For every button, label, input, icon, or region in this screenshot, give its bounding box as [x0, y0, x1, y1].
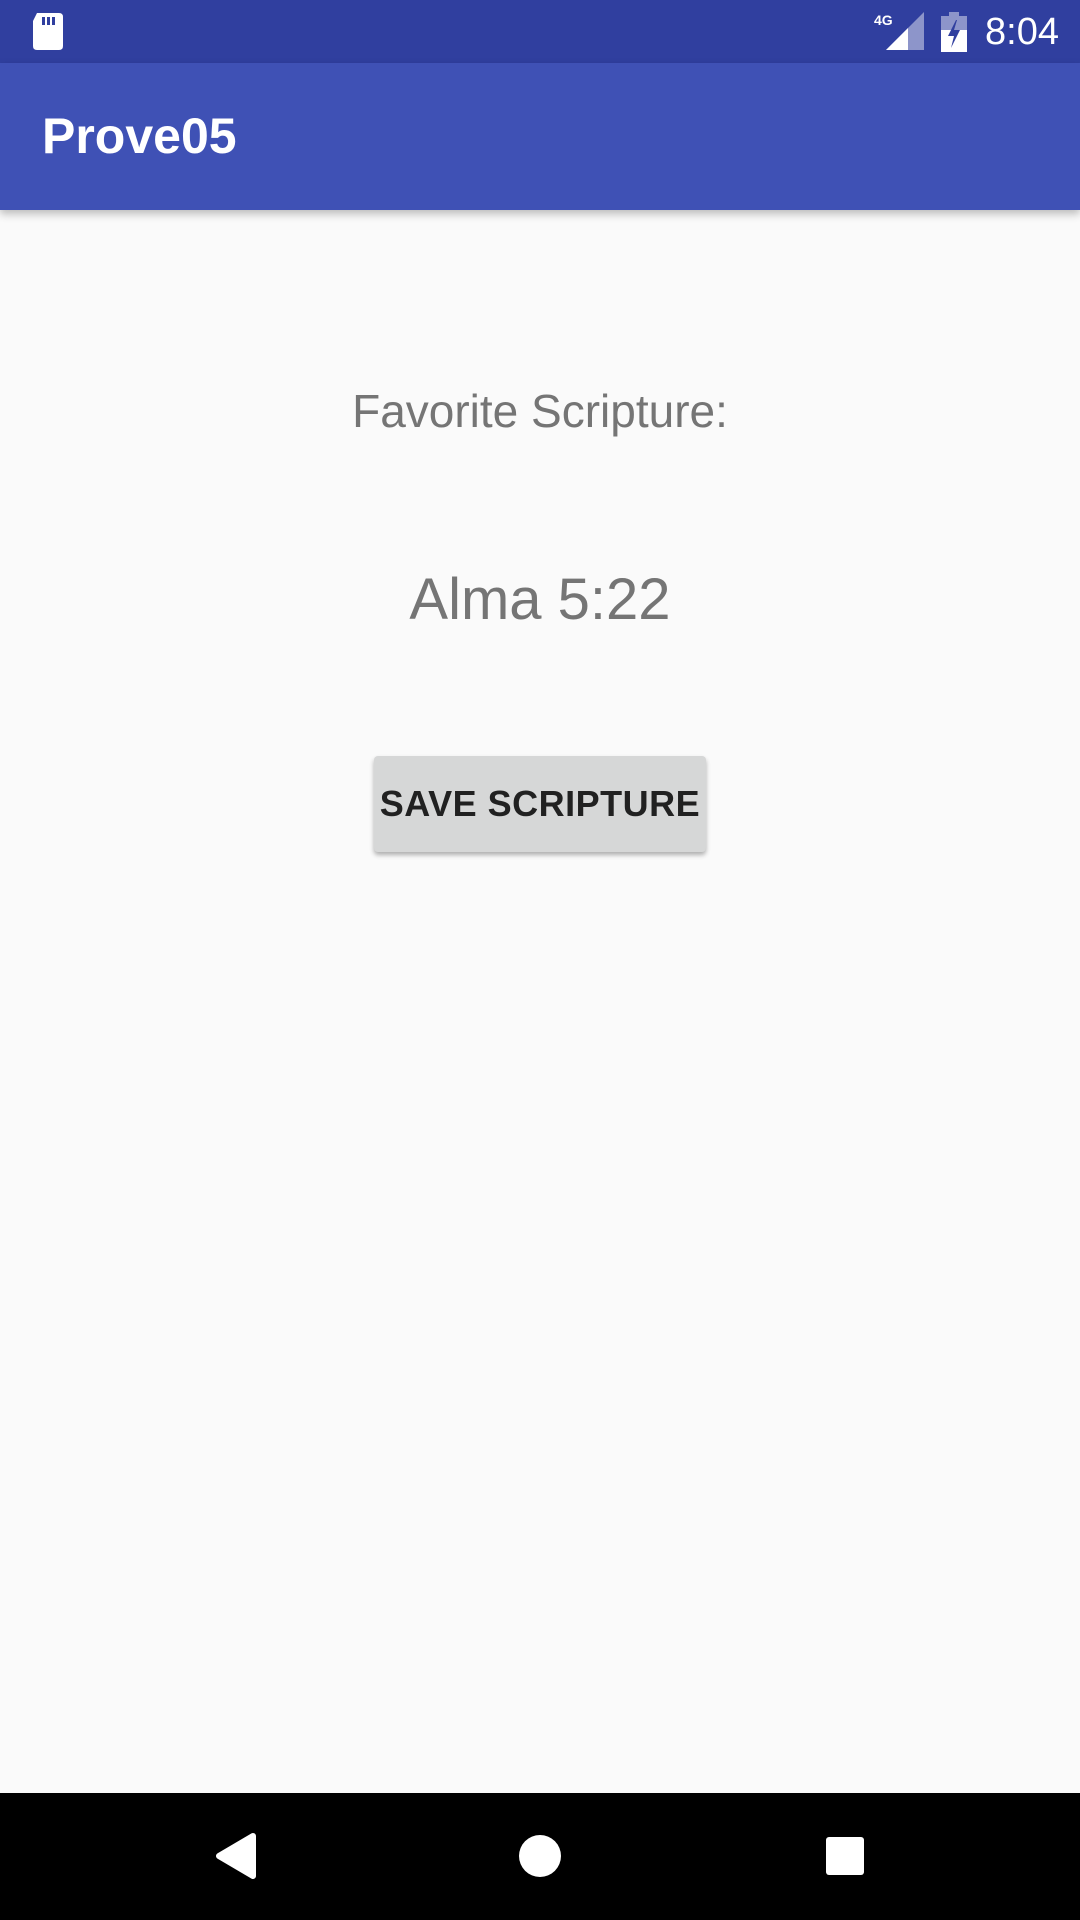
sd-card-icon [33, 13, 63, 50]
back-icon [216, 1833, 256, 1879]
favorite-scripture-label: Favorite Scripture: [352, 385, 728, 437]
nav-recents-button[interactable] [800, 1811, 890, 1901]
battery-charging-icon [941, 12, 967, 52]
nav-home-button[interactable] [495, 1811, 585, 1901]
navigation-bar [0, 1793, 1080, 1920]
status-bar: 4G 8:04 [0, 0, 1080, 63]
app-bar: Prove05 [0, 63, 1080, 210]
home-icon [519, 1835, 561, 1877]
clock: 8:04 [985, 11, 1059, 53]
scripture-value: Alma 5:22 [409, 567, 671, 632]
save-scripture-button[interactable]: SAVE SCRIPTURE [374, 756, 706, 852]
nav-back-button[interactable] [190, 1811, 280, 1901]
main-content: Favorite Scripture: Alma 5:22 SAVE SCRIP… [0, 210, 1080, 1793]
recents-icon [826, 1837, 864, 1875]
app-title: Prove05 [42, 108, 237, 164]
cellular-signal-icon: 4G [874, 12, 924, 50]
network-type-label: 4G [874, 12, 893, 28]
